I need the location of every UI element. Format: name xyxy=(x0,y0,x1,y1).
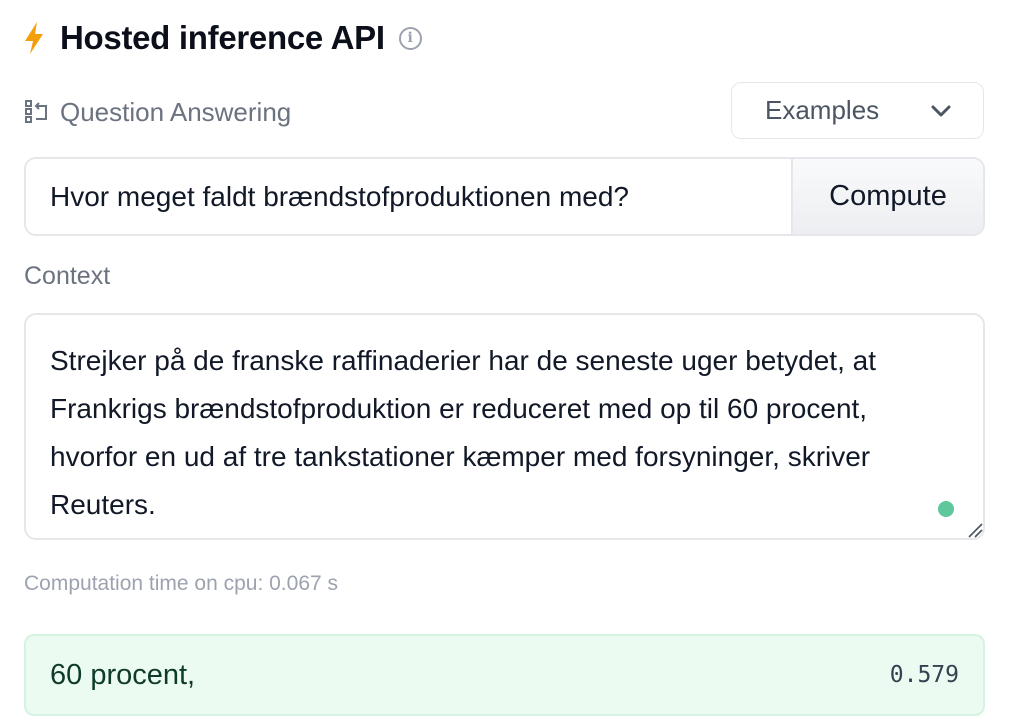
answer-score: 0.579 xyxy=(889,662,959,688)
answer-result: 60 procent, 0.579 xyxy=(24,634,985,716)
chevron-down-icon xyxy=(931,105,951,116)
question-answering-icon xyxy=(25,100,47,123)
status-dot xyxy=(938,501,954,517)
info-icon[interactable]: i xyxy=(398,26,422,50)
context-textarea[interactable]: Strejker på de franske raffinaderier har… xyxy=(24,313,985,540)
question-row: Compute xyxy=(24,157,985,236)
widget-header: Hosted inference API i xyxy=(22,14,422,62)
compute-button[interactable]: Compute xyxy=(791,159,983,234)
examples-label: Examples xyxy=(765,95,880,125)
lightning-icon xyxy=(25,22,43,54)
answer-text: 60 procent, xyxy=(50,658,196,691)
computation-time: Computation time on cpu: 0.067 s xyxy=(24,572,339,595)
examples-dropdown[interactable]: Examples xyxy=(731,82,984,139)
question-input[interactable] xyxy=(26,159,791,234)
widget-title: Hosted inference API xyxy=(60,19,385,56)
context-label: Context xyxy=(24,262,111,290)
inference-widget: Hosted inference API i Question Answerin… xyxy=(0,0,1036,720)
task-name: Question Answering xyxy=(60,96,292,127)
task-label: Question Answering xyxy=(24,94,291,130)
resize-handle-icon[interactable] xyxy=(963,520,983,538)
